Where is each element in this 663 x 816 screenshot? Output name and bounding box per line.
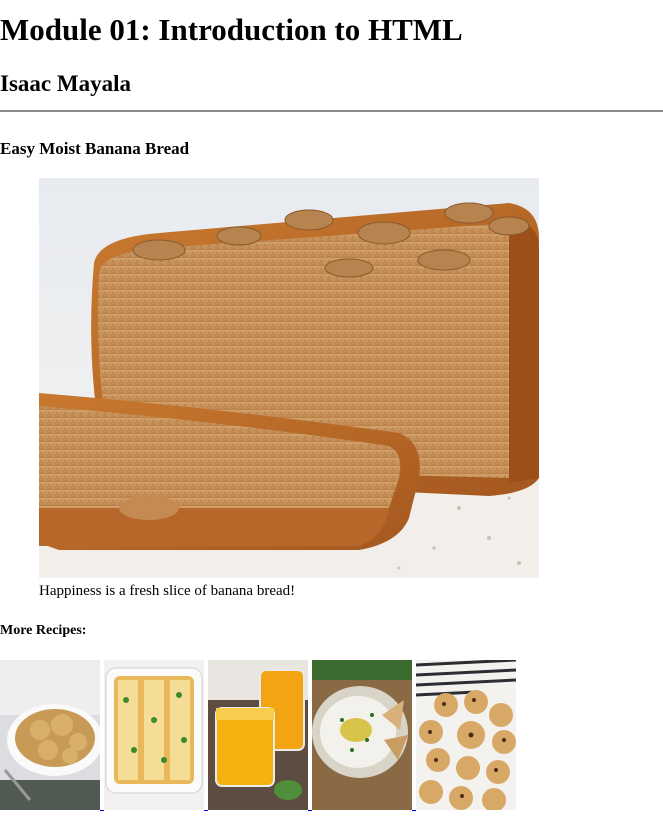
recipe-heading: Easy Moist Banana Bread: [0, 139, 190, 158]
link-gap-underline: [204, 810, 208, 811]
divider: [0, 110, 663, 112]
recipe-link-cookies[interactable]: [416, 660, 516, 810]
orange-juice-image: [208, 660, 308, 810]
more-recipes-gallery: [0, 660, 663, 812]
feta-dip-image: [312, 660, 412, 810]
more-recipes-heading: More Recipes:: [0, 623, 87, 638]
recipe-link-enchiladas[interactable]: [104, 660, 204, 810]
recipe-link-casserole[interactable]: [0, 660, 100, 810]
link-gap-underline: [100, 810, 104, 811]
enchiladas-image: [104, 660, 204, 810]
author-name: Isaac Mayala: [0, 71, 131, 96]
page: Module 01: Introduction to HTML Isaac Ma…: [0, 0, 663, 816]
link-gap-underline: [412, 810, 416, 811]
banana-bread-illustration: [39, 178, 539, 578]
banana-bread-image: [39, 178, 539, 578]
recipe-link-feta-dip[interactable]: [312, 660, 412, 810]
image-caption: Happiness is a fresh slice of banana bre…: [39, 583, 296, 599]
casserole-image: [0, 660, 100, 810]
cookies-image: [416, 660, 516, 810]
recipe-link-orange-juice[interactable]: [208, 660, 308, 810]
link-gap-underline: [308, 810, 312, 811]
page-title: Module 01: Introduction to HTML: [0, 12, 463, 47]
